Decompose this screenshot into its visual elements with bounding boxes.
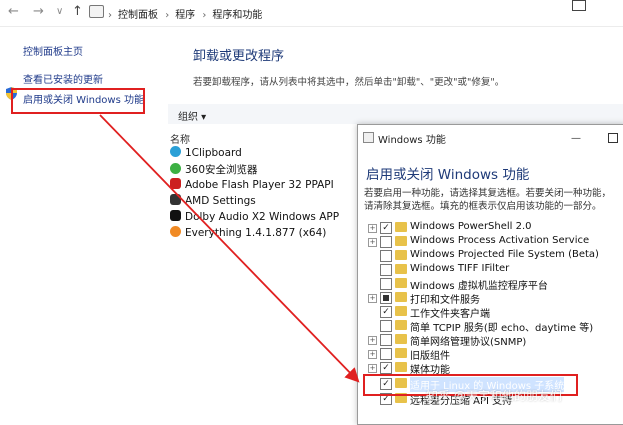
folder-icon [395,362,407,372]
minimize-icon[interactable]: — [571,133,581,144]
sidebar-link-home[interactable]: 控制面板主页 [23,43,83,58]
breadcrumb: › 控制面板 › 程序 › 程序和功能 [108,10,263,21]
dialog-app-icon [363,132,374,143]
checkbox[interactable] [380,264,392,276]
program-row[interactable]: AMD Settings [170,194,256,209]
sidebar-link-updates[interactable]: 查看已安装的更新 [23,71,103,86]
address-bar: ← → ∨ ↑ › 控制面板 › 程序 › 程序和功能 [0,0,623,27]
feature-item[interactable]: 简单 TCPIP 服务(即 echo、daytime 等) [360,319,622,334]
program-row[interactable]: Dolby Audio X2 Windows APP [170,210,339,225]
folder-icon [395,278,407,288]
feature-item[interactable]: + Windows Process Activation Service [360,235,622,249]
checkbox[interactable]: ✓ [380,306,392,318]
checkbox[interactable] [380,236,392,248]
feature-item[interactable]: + ✓ Windows PowerShell 2.0 [360,221,622,235]
checkbox[interactable] [380,320,392,332]
checkbox[interactable] [380,278,392,290]
window-icon [572,0,586,11]
breadcrumb-item[interactable]: 程序和功能 [212,10,262,21]
clipboard-app-icon [170,146,181,157]
breadcrumb-item[interactable]: 控制面板 [118,10,158,21]
page-title: 卸载或更改程序 [193,49,285,64]
browser-app-icon [170,163,181,174]
checkbox[interactable] [380,250,392,262]
column-header-name[interactable]: 名称 [170,131,190,146]
everything-app-icon [170,226,181,237]
flash-app-icon [170,178,181,189]
expand-icon[interactable]: + [368,350,377,359]
dialog-description: 若要启用一种功能，请选择其复选框。若要关闭一种功能，请清除其复选框。填充的框表示… [364,188,612,212]
checkbox[interactable]: ✓ [380,222,392,234]
program-row[interactable]: Everything 1.4.1.877 (x64) [170,226,326,241]
checkbox-partial[interactable] [380,292,392,304]
maximize-icon[interactable] [608,133,618,143]
control-panel-icon [89,5,104,18]
program-row[interactable]: 360安全浏览器 [170,162,258,177]
expand-icon[interactable]: + [368,224,377,233]
toolbar: 组织 ▾ [168,104,623,124]
folder-icon [395,264,407,274]
checkbox[interactable] [380,348,392,360]
dolby-app-icon [170,210,181,221]
feature-item[interactable]: Windows Projected File System (Beta) [360,249,622,263]
feature-item[interactable]: + ✓ 媒体功能 [360,361,622,376]
folder-icon [395,222,407,232]
organize-button[interactable]: 组织 ▾ [178,108,206,123]
feature-item[interactable]: Windows TIFF IFilter [360,263,622,277]
feature-item[interactable]: Windows 虚拟机监控程序平台 [360,277,622,292]
folder-icon [395,306,407,316]
feature-item[interactable]: + 打印和文件服务 [360,291,622,306]
folder-icon [395,334,407,344]
feature-item[interactable]: ✓ 工作文件夹客户端 [360,305,622,320]
expand-icon[interactable]: + [368,336,377,345]
checkbox[interactable]: ✓ [380,362,392,374]
feature-item[interactable]: + 简单网络管理协议(SNMP) [360,333,622,348]
dialog-heading: 启用或关闭 Windows 功能 [366,167,530,183]
folder-icon [395,348,407,358]
expand-icon[interactable]: + [368,294,377,303]
amd-app-icon [170,194,181,205]
expand-icon[interactable]: + [368,238,377,247]
expand-icon[interactable]: + [368,364,377,373]
program-row[interactable]: 1Clipboard [170,146,242,161]
forward-icon[interactable]: → [33,4,44,19]
up-icon[interactable]: ↑ [72,4,83,19]
dialog-titlebar[interactable]: Windows 功能 — [358,125,623,151]
breadcrumb-item[interactable]: 程序 [175,10,195,21]
watermark: 知乎 @天宇和他的朋友们 [426,389,562,403]
folder-icon [395,320,407,330]
folder-icon [395,250,407,260]
feature-item[interactable]: + 旧版组件 [360,347,622,362]
folder-icon [395,292,407,302]
highlight-box-sidebar [11,88,145,114]
folder-icon [395,236,407,246]
dialog-title: Windows 功能 [378,135,446,146]
page-description: 若要卸载程序，请从列表中将其选中，然后单击"卸载"、"更改"或"修复"。 [193,77,505,88]
checkbox[interactable] [380,334,392,346]
back-icon[interactable]: ← [8,4,19,19]
recent-dropdown-icon[interactable]: ∨ [56,6,63,17]
program-row[interactable]: Adobe Flash Player 32 PPAPI [170,178,334,193]
